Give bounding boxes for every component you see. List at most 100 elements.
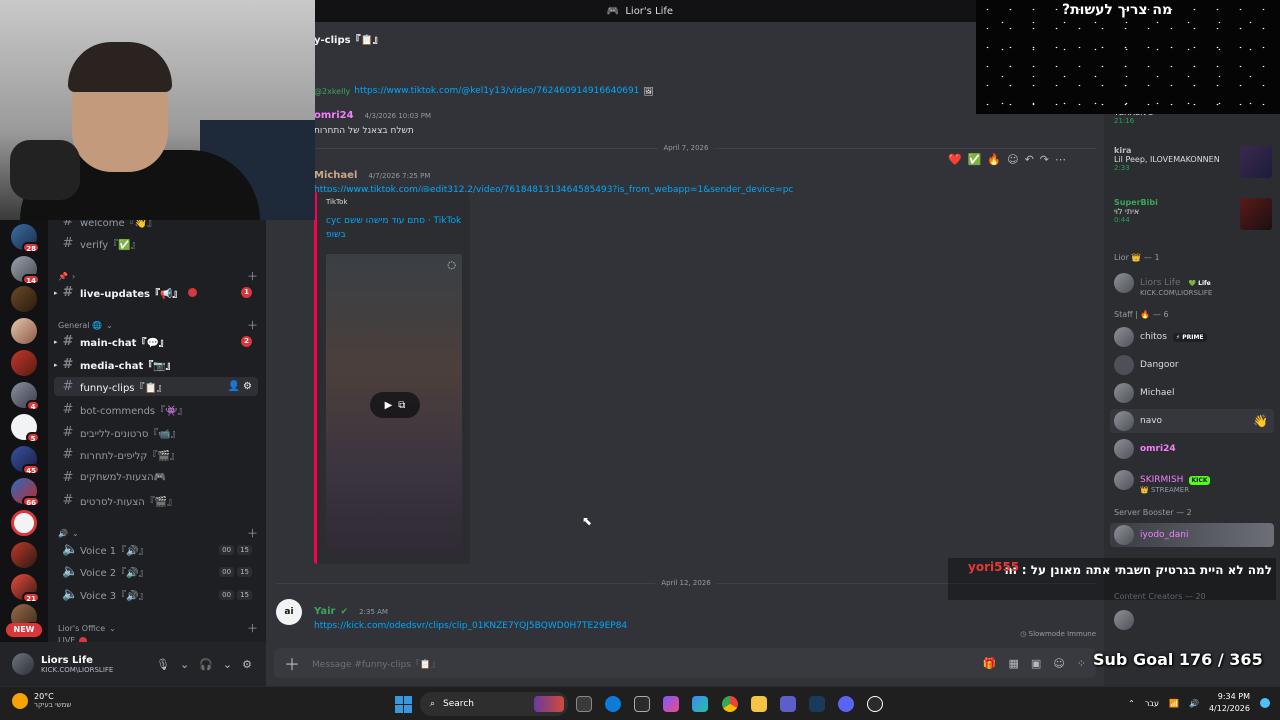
server-icon[interactable] xyxy=(11,286,37,312)
user-name[interactable]: Liors Life xyxy=(41,655,113,666)
reply-link[interactable]: https://www.tiktok.com/@kel1y13/video/76… xyxy=(354,86,639,96)
channel-videos[interactable]: # סרטונים-ללייבים『📹』 xyxy=(54,423,258,442)
embed-title[interactable]: TikTok · סתם עוד מישהו ששם cyc בשופ xyxy=(326,214,466,242)
notification-icon[interactable] xyxy=(1260,698,1270,708)
edge-icon[interactable] xyxy=(605,696,621,712)
member-activity[interactable]: SuperBibi איתי לוי 0:44 xyxy=(1114,198,1274,232)
copilot-icon[interactable] xyxy=(663,696,679,712)
server-icon[interactable]: 4 xyxy=(11,382,40,411)
play-button[interactable]: ▶ ⧉ xyxy=(370,392,420,418)
wave-icon[interactable]: 👋 xyxy=(1253,414,1268,428)
server-icon[interactable] xyxy=(11,318,37,344)
composer-placeholder[interactable]: Message #funny-clips『📋』 xyxy=(312,657,440,670)
reply-icon[interactable]: ↶ xyxy=(1025,153,1034,166)
avatar[interactable]: ai xyxy=(276,599,302,625)
server-icon[interactable]: 5 xyxy=(11,414,40,443)
chevron-down-icon[interactable]: ⌄ xyxy=(180,658,189,671)
voice-channel-3[interactable]: 🔈 Voice 3『🔊』 00 15 xyxy=(54,585,258,604)
channel-game-suggestions[interactable]: # הצעות-למשחקים🎮 xyxy=(54,468,258,487)
member-item[interactable]: Dangoor xyxy=(1110,353,1274,377)
chevron-down-icon[interactable]: ⌄ xyxy=(223,658,232,671)
microphone-icon[interactable]: 🎙 xyxy=(156,658,170,671)
server-icon[interactable] xyxy=(11,510,37,536)
server-icon[interactable] xyxy=(11,542,37,568)
member-item[interactable]: chitos ⚡ PRIME xyxy=(1110,325,1274,349)
member-activity[interactable]: kira Lil Peep, ILOVEMAKONNEN 2:33 xyxy=(1114,146,1274,180)
invite-icon[interactable]: 👤 xyxy=(228,381,240,392)
sticker-icon[interactable]: ▣ xyxy=(1031,657,1041,670)
app-icon[interactable] xyxy=(809,696,825,712)
add-channel-icon[interactable]: ＋ xyxy=(247,620,258,636)
gif-icon[interactable]: ▦ xyxy=(1009,657,1019,670)
message-composer[interactable]: ＋ Message #funny-clips『📋』 🎁 ▦ ▣ ☺ ⁘ xyxy=(274,648,1096,678)
upload-plus-icon[interactable]: ＋ xyxy=(284,651,300,675)
add-channel-icon[interactable]: ＋ xyxy=(247,317,258,333)
chevron-up-icon[interactable]: ⌃ xyxy=(1128,699,1135,708)
category-general[interactable]: General 🌐 ⌄ ＋ xyxy=(58,317,258,333)
new-badge[interactable]: NEW xyxy=(6,623,42,637)
channel-clips-contest[interactable]: # קליפים-לתחרות『🎬』 xyxy=(54,445,258,464)
emoji-icon[interactable]: ☺ xyxy=(1053,657,1064,670)
voice-channel-1[interactable]: 🔈 Voice 1『🔊』 00 15 xyxy=(54,540,258,559)
channel-live-updates[interactable]: ▸ # live-updates『📢』 1 xyxy=(54,283,258,302)
fire-reaction[interactable]: 🔥 xyxy=(987,153,1001,166)
wifi-icon[interactable]: 📶 xyxy=(1169,699,1179,708)
channel-funny-clips[interactable]: # funny-clips『📋』 👤 ⚙ xyxy=(54,377,258,396)
language-indicator[interactable]: עבר xyxy=(1145,699,1159,708)
member-item[interactable]: Liors Life 💚 Life KICK.COM\LIORSLIFE xyxy=(1110,268,1274,298)
headphones-icon[interactable]: 🎧 xyxy=(199,658,213,671)
member-item[interactable]: omri24 xyxy=(1110,437,1274,461)
server-icon[interactable]: 14 xyxy=(11,256,40,285)
server-icon[interactable] xyxy=(11,350,37,376)
category-voice[interactable]: 🔊 ⌄ ＋ xyxy=(58,525,258,541)
message-author[interactable]: omri24 xyxy=(314,110,354,121)
forward-icon[interactable]: ↷ xyxy=(1040,153,1049,166)
gear-icon[interactable]: ⚙ xyxy=(243,381,252,392)
add-channel-icon[interactable]: ＋ xyxy=(247,268,258,284)
member-item[interactable]: SKIRMISH KICK 👑 STREAMER xyxy=(1110,465,1274,495)
voice-channel-2[interactable]: 🔈 Voice 2『🔊』 00 15 xyxy=(54,562,258,581)
apps-icon[interactable]: ⁘ xyxy=(1077,657,1086,670)
server-icon[interactable]: 66 xyxy=(11,478,40,507)
volume-icon[interactable]: 🔊 xyxy=(1189,699,1199,708)
discord-taskbar-icon[interactable] xyxy=(838,696,854,712)
gift-icon[interactable]: 🎁 xyxy=(983,657,997,670)
member-item[interactable]: Michael xyxy=(1110,381,1274,405)
channel-main-chat[interactable]: ▸ # main-chat『💬』 2 xyxy=(54,332,258,351)
channel-movie-suggestions[interactable]: # הצעות-לסרטים『🎬』 xyxy=(54,491,258,510)
channel-verify[interactable]: # verify『✅』 xyxy=(54,234,258,253)
category-pinned[interactable]: 📌 › ＋ xyxy=(58,268,258,284)
file-explorer-icon[interactable] xyxy=(751,696,767,712)
settings-gear-icon[interactable]: ⚙ xyxy=(242,658,252,671)
channel-media-chat[interactable]: ▸ # media-chat『📷』 xyxy=(54,355,258,374)
member-item[interactable]: iyodo_dani xyxy=(1110,523,1274,547)
check-reaction[interactable]: ✅ xyxy=(968,153,982,166)
start-button[interactable] xyxy=(395,696,412,713)
server-icon[interactable]: 21 xyxy=(11,574,40,603)
task-view-icon[interactable] xyxy=(576,696,592,712)
member-item[interactable]: navo 👋 xyxy=(1110,409,1274,433)
member-item[interactable] xyxy=(1110,608,1274,632)
server-icon[interactable]: 45 xyxy=(11,446,40,475)
app-icon[interactable] xyxy=(692,696,708,712)
obs-icon[interactable] xyxy=(867,696,883,712)
store-icon[interactable] xyxy=(634,696,650,712)
taskbar-widget-icon[interactable] xyxy=(534,696,564,712)
add-channel-icon[interactable]: ＋ xyxy=(247,525,258,541)
clock[interactable]: 9:34 PM 4/12/2026 xyxy=(1209,691,1250,715)
server-icon[interactable]: 28 xyxy=(11,224,40,253)
chrome-icon[interactable] xyxy=(722,696,738,712)
category-liors-office[interactable]: Lior's Office ⌄ ＋ xyxy=(58,620,258,636)
weather-widget[interactable]: 20°C שמשי בעיקר xyxy=(12,692,71,709)
channel-bot-commends[interactable]: # bot-commends『👾』 xyxy=(54,400,258,419)
embed-video[interactable]: ◌ ▶ ⧉ xyxy=(326,254,462,554)
avatar[interactable] xyxy=(12,653,34,675)
message-author[interactable]: Yair xyxy=(314,606,335,617)
add-reaction-icon[interactable]: ☺ xyxy=(1007,153,1018,166)
teams-icon[interactable] xyxy=(780,696,796,712)
more-icon[interactable]: ⋯ xyxy=(1055,153,1066,166)
message-author[interactable]: Michael xyxy=(314,170,357,181)
reply-preview[interactable]: @2xkelly https://www.tiktok.com/@kel1y13… xyxy=(314,86,654,96)
message-link[interactable]: https://kick.com/odedsvr/clips/clip_01KN… xyxy=(314,621,627,631)
heart-reaction[interactable]: ❤️ xyxy=(948,153,962,166)
